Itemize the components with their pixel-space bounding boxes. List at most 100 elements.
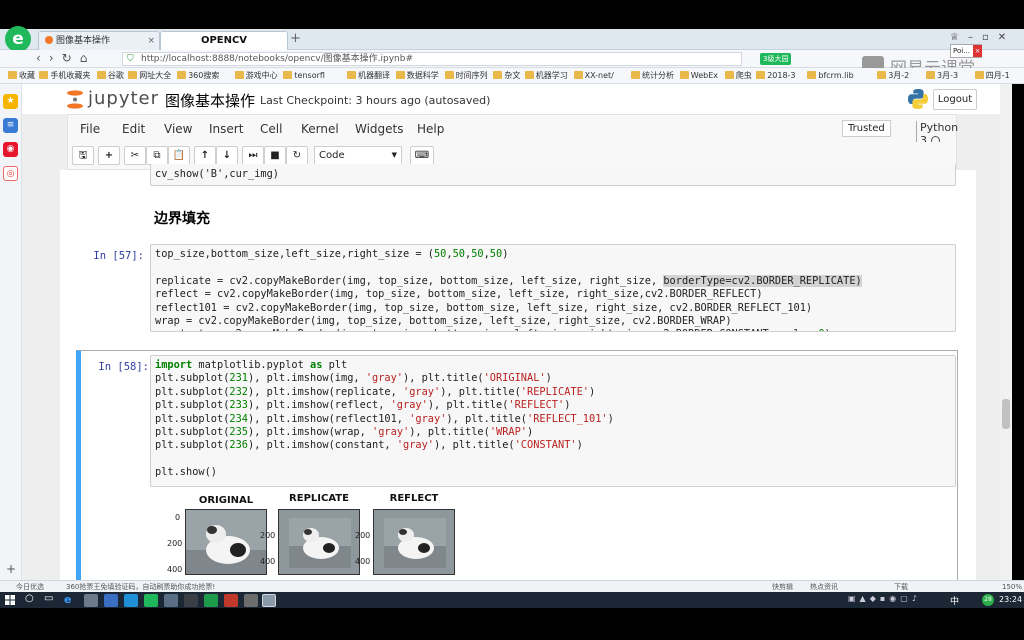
status-zoom[interactable]: 150% xyxy=(1002,582,1022,592)
back-icon[interactable]: ‹ xyxy=(36,51,49,65)
jupyter-logo-icon[interactable] xyxy=(66,89,84,109)
taskbar-app-icon[interactable] xyxy=(244,594,258,607)
bookmark-item[interactable]: 收藏 xyxy=(8,70,35,82)
taskbar-ie-icon[interactable]: e xyxy=(64,594,78,607)
taskbar-app-icon[interactable] xyxy=(224,594,238,607)
notes-icon[interactable]: ≡ xyxy=(3,118,18,133)
menu-edit[interactable]: Edit xyxy=(122,122,145,136)
taskbar-app-icon[interactable] xyxy=(124,594,138,607)
menu-help[interactable]: Help xyxy=(417,122,444,136)
home-icon[interactable]: ⌂ xyxy=(80,51,96,65)
bookmark-item[interactable]: 游戏中心 xyxy=(234,70,278,82)
task-view-icon[interactable]: ▭ xyxy=(44,593,53,604)
bookmark-item[interactable]: WebEx xyxy=(679,70,718,82)
menu-file[interactable]: File xyxy=(80,122,100,136)
run-button[interactable]: ⏭ xyxy=(242,146,264,165)
keyword: as xyxy=(310,359,323,371)
favorites-star-icon[interactable]: ★ xyxy=(3,94,18,109)
cell-input[interactable]: import matplotlib.pyplot as plt plt.subp… xyxy=(150,355,956,487)
cell-input[interactable]: top_size,bottom_size,left_size,right_siz… xyxy=(150,244,956,332)
taskbar-app-icon[interactable] xyxy=(164,594,178,607)
code-cell-58[interactable]: In [58]: import matplotlib.pyplot as plt… xyxy=(76,350,958,580)
bookmark-item[interactable]: 手机收藏夹 xyxy=(39,70,90,82)
bookmark-label: 机器学习 xyxy=(535,71,568,80)
copy-button[interactable]: ⧉ xyxy=(146,146,168,165)
sidebar-add-icon[interactable]: + xyxy=(6,562,16,576)
start-icon[interactable] xyxy=(5,595,15,605)
page-scrollbar[interactable] xyxy=(1000,84,1012,580)
new-tab-button[interactable]: + xyxy=(290,31,301,46)
bookmark-item[interactable]: 360搜索 xyxy=(177,70,219,82)
restore-icon[interactable]: ▫ xyxy=(982,32,998,43)
bookmark-item[interactable]: 爬虫 xyxy=(724,70,752,82)
menu-view[interactable]: View xyxy=(164,122,192,136)
status-news[interactable]: 360抢票王免填验证码，自动刷票助你成功抢票! xyxy=(66,582,215,592)
bookmark-item[interactable]: 2018-3 xyxy=(756,70,796,82)
browser-logo-icon[interactable]: e xyxy=(5,26,31,52)
move-up-button[interactable]: ↑ xyxy=(194,146,216,165)
menu-widgets[interactable]: Widgets xyxy=(355,122,404,136)
bookmark-item[interactable]: 3月-2 xyxy=(877,70,909,82)
bookmark-item[interactable]: 网址大全 xyxy=(128,70,171,82)
notebook-name[interactable]: 图像基本操作 xyxy=(165,90,255,111)
menu-cell[interactable]: Cell xyxy=(260,122,282,136)
bookmarks-bar: 收藏 手机收藏夹 谷歌 网址大全 360搜索 游戏中心 tensorfl 机器翻译 数据科学 时间… xyxy=(0,68,1024,84)
previous-cell-input[interactable]: cv_show('B',cur_img) xyxy=(150,164,956,186)
close-window-icon[interactable]: ✕ xyxy=(998,32,1015,43)
code-cell-57[interactable]: In [57]: top_size,bottom_size,left_size,… xyxy=(60,240,976,340)
status-download[interactable]: 下载 xyxy=(894,582,908,592)
bookmark-item[interactable]: 四月-1 xyxy=(974,70,1010,82)
tab-close-icon[interactable]: × xyxy=(147,32,155,50)
bookmark-item[interactable]: 时间序列 xyxy=(444,70,488,82)
taskbar-app-icon[interactable] xyxy=(104,594,118,607)
bookmark-item[interactable]: 数据科学 xyxy=(395,70,439,82)
browser-tab-notebook[interactable]: 图像基本操作 × xyxy=(38,31,160,50)
bookmark-item[interactable]: 谷歌 xyxy=(96,70,124,82)
bookmark-item[interactable]: bfcrm.lib xyxy=(807,70,854,82)
taskbar-app-icon[interactable] xyxy=(204,594,218,607)
weibo-icon[interactable]: ◉ xyxy=(3,142,18,157)
taskbar-app-icon[interactable] xyxy=(262,594,276,607)
clock[interactable]: 23:24 xyxy=(999,595,1022,604)
jupyter-wordmark[interactable]: jupyter xyxy=(88,88,159,109)
paste-button[interactable]: 📋 xyxy=(168,146,190,165)
target-icon[interactable]: ◎ xyxy=(3,166,18,181)
logout-button[interactable]: Logout xyxy=(933,89,977,110)
browser-tab-opencv[interactable]: OPENCV xyxy=(160,31,288,50)
forward-icon[interactable]: › xyxy=(49,51,62,65)
bookmark-item[interactable]: 统计分析 xyxy=(631,70,674,82)
move-down-button[interactable]: ↓ xyxy=(216,146,238,165)
ime-indicator[interactable]: 中 xyxy=(950,594,959,607)
cut-button[interactable]: ✂ xyxy=(124,146,146,165)
keyboard-shortcuts-button[interactable]: ⌨ xyxy=(410,146,434,165)
taskbar-360-browser-icon[interactable] xyxy=(144,594,158,607)
bookmark-item[interactable]: 3月-3 xyxy=(926,70,958,82)
bookmark-item[interactable]: 机器翻译 xyxy=(347,70,390,82)
minimize-icon[interactable]: – xyxy=(968,32,982,43)
search-icon[interactable]: ○ xyxy=(25,593,34,604)
skin-icon[interactable]: ♕ xyxy=(950,32,968,43)
tray-badge[interactable]: 28 xyxy=(982,594,994,606)
scrollbar-thumb[interactable] xyxy=(1002,399,1010,429)
bookmark-item[interactable]: XX-net/ xyxy=(573,70,614,82)
status-hot-news[interactable]: 热点资讯 xyxy=(810,582,838,592)
trusted-indicator[interactable]: Trusted xyxy=(842,120,891,137)
restart-button[interactable]: ↻ xyxy=(286,146,308,165)
save-button[interactable]: 🖫 xyxy=(72,146,94,165)
bookmark-item[interactable]: tensorfl xyxy=(283,70,325,82)
status-quick-clip[interactable]: 快剪辑 xyxy=(772,582,793,592)
bookmark-item[interactable]: 杂文 xyxy=(493,70,520,82)
cell-type-select[interactable]: Code ▼ xyxy=(314,146,402,165)
interrupt-button[interactable]: ■ xyxy=(264,146,286,165)
menu-insert[interactable]: Insert xyxy=(209,122,243,136)
bookmark-folder-icon xyxy=(679,71,689,79)
bookmark-item[interactable]: 机器学习 xyxy=(524,70,568,82)
url-input[interactable]: ⛉ http://localhost:8888/notebooks/opencv/… xyxy=(122,52,742,66)
reload-icon[interactable]: ↻ xyxy=(62,51,80,65)
promo-badge[interactable]: 3级大园 xyxy=(760,53,792,65)
taskbar-app-icon[interactable] xyxy=(84,594,98,607)
status-today-picks[interactable]: 今日优选 xyxy=(16,582,44,592)
insert-cell-button[interactable]: + xyxy=(98,146,120,165)
menu-kernel[interactable]: Kernel xyxy=(301,122,339,136)
taskbar-app-icon[interactable] xyxy=(184,594,198,607)
